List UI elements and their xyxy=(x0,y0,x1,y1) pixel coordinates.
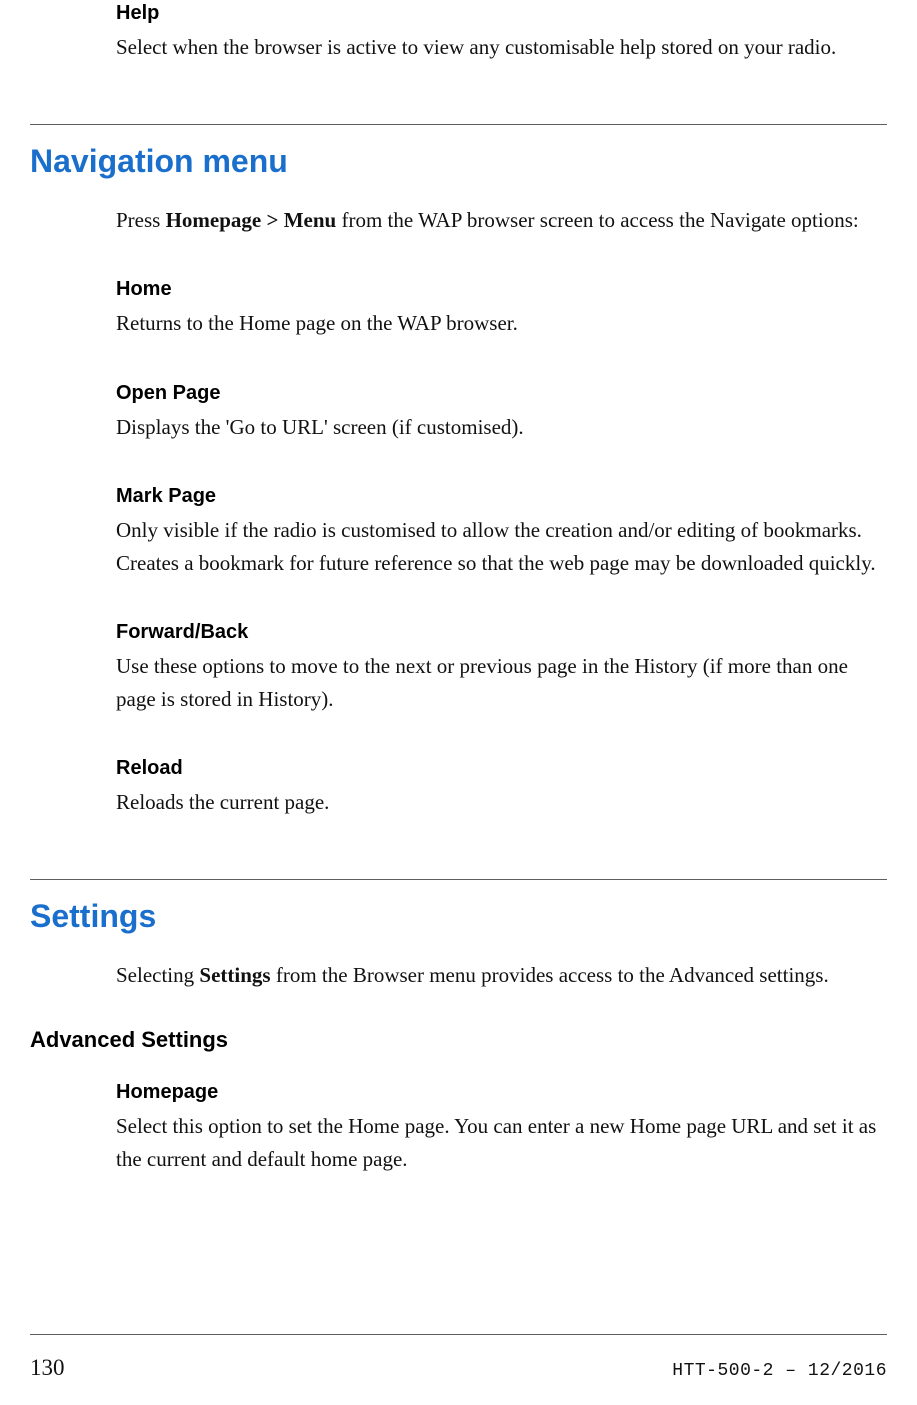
navigation-intro: Press Homepage > Menu from the WAP brows… xyxy=(116,204,887,237)
nav-item-title: Mark Page xyxy=(116,485,887,508)
page-number: 130 xyxy=(30,1355,65,1381)
help-title: Help xyxy=(116,2,887,25)
navigation-menu-heading: Navigation menu xyxy=(30,143,887,180)
document-page: Help Select when the browser is active t… xyxy=(0,0,917,1405)
settings-intro: Selecting Settings from the Browser menu… xyxy=(116,959,887,992)
navigation-menu-block: Press Homepage > Menu from the WAP brows… xyxy=(30,204,887,819)
advanced-settings-block: Homepage Select this option to set the H… xyxy=(30,1081,887,1175)
nav-intro-bold: Homepage > Menu xyxy=(166,208,337,232)
nav-item-title: Home xyxy=(116,278,887,301)
settings-intro-post: from the Browser menu provides access to… xyxy=(271,963,829,987)
section-divider xyxy=(30,879,887,880)
help-desc: Select when the browser is active to vie… xyxy=(116,31,887,64)
nav-item-desc: Only visible if the radio is customised … xyxy=(116,514,887,579)
homepage-title: Homepage xyxy=(116,1081,887,1104)
help-block: Help Select when the browser is active t… xyxy=(30,2,887,64)
nav-item-desc: Returns to the Home page on the WAP brow… xyxy=(116,307,887,340)
nav-item-title: Reload xyxy=(116,757,887,780)
settings-heading: Settings xyxy=(30,898,887,935)
nav-intro-post: from the WAP browser screen to access th… xyxy=(336,208,859,232)
nav-item-title: Forward/Back xyxy=(116,621,887,644)
nav-item-title: Open Page xyxy=(116,382,887,405)
settings-intro-block: Selecting Settings from the Browser menu… xyxy=(30,959,887,992)
nav-item-desc: Reloads the current page. xyxy=(116,786,887,819)
nav-item-desc: Use these options to move to the next or… xyxy=(116,650,887,715)
settings-intro-bold: Settings xyxy=(199,963,270,987)
footer-divider xyxy=(30,1334,887,1335)
homepage-desc: Select this option to set the Home page.… xyxy=(116,1110,887,1175)
page-footer: 130 HTT-500-2 – 12/2016 xyxy=(30,1355,887,1381)
nav-intro-pre: Press xyxy=(116,208,166,232)
nav-item-desc: Displays the 'Go to URL' screen (if cust… xyxy=(116,411,887,444)
advanced-settings-heading: Advanced Settings xyxy=(30,1027,887,1053)
document-id: HTT-500-2 – 12/2016 xyxy=(672,1361,887,1381)
settings-intro-pre: Selecting xyxy=(116,963,199,987)
section-divider xyxy=(30,124,887,125)
